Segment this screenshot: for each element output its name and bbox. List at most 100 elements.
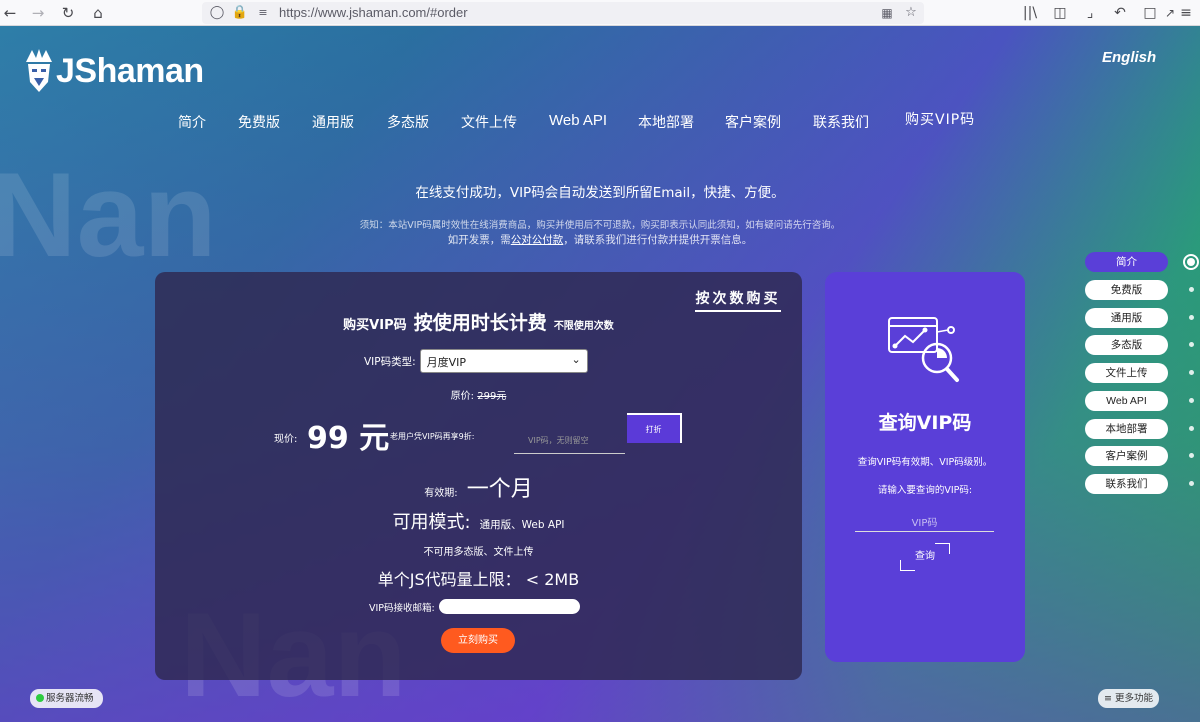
sidenav-item-contact[interactable]: 联系我们 [1085,474,1168,494]
library-icon[interactable]: ||\ [1020,3,1040,23]
invoice-notice: 如开发票，需公对公付款，请联系我们进行付款并提供开票信息。 [0,232,1200,247]
logo[interactable]: JShaman [24,46,204,96]
server-status-badge[interactable]: 服务器流畅 [30,689,103,708]
validity: 有效期: 一个月 [155,471,802,503]
modes-label: 可用模式: [392,512,471,533]
sidenav-item-cases[interactable]: 客户案例 [1085,446,1168,466]
sidenav-dot[interactable] [1189,398,1194,403]
sidenav-dot[interactable] [1189,426,1194,431]
query-input-label: 请输入要查询的VIP码: [877,485,973,496]
query-desc: 查询VIP码有效期、VIP码级别。 [857,457,993,468]
nav-item-web-api[interactable]: Web API [549,112,607,129]
chevron-down-icon: ⌄ [571,353,581,366]
sidenav-dot[interactable] [1189,342,1194,347]
status-dot-icon [36,694,44,702]
order-title-suffix: 不限使用次数 [553,321,614,332]
bookmark-star-icon[interactable]: ☆ [902,3,920,23]
language-switch-link[interactable]: English [1102,49,1156,66]
permissions-icon[interactable]: ≡ [254,3,272,23]
payment-notice: 在线支付成功，VIP码会自动发送到所留Email，快捷、方便。 [415,185,785,201]
nav-item-intro[interactable]: 简介 [178,112,206,132]
sidenav-dot[interactable] [1189,287,1194,292]
original-price-label: 原价: [450,391,475,402]
search-analytics-icon [888,317,959,382]
sidenav-dot-active[interactable] [1183,254,1199,270]
sidebar-icon[interactable]: ◫ [1050,3,1070,23]
sidenav-item-local-deploy[interactable]: 本地部署 [1085,419,1168,439]
discount-button[interactable]: 打折 [627,413,682,443]
discount-code-input[interactable]: VIP码，无则留空 [514,427,625,454]
sidenav-item-general[interactable]: 通用版 [1085,308,1168,328]
modes-value: 通用版、Web API [479,519,565,531]
invoice-notice-prefix: 如开发票，需 [447,234,511,246]
nav-item-polymorphic[interactable]: 多态版 [387,112,429,132]
address-bar[interactable]: ◯ 🔒 ≡ https://www.jshaman.com/#order ▦ ☆ [202,2,924,24]
forward-arrow-icon[interactable]: → [28,3,48,23]
shaman-crown-icon [26,49,52,92]
invoice-notice-suffix: ，请联系我们进行付款并提供开票信息。 [563,234,753,246]
buy-now-button[interactable]: 立刻购买 [441,628,515,653]
qr-code-icon[interactable]: ▦ [878,3,896,23]
query-button[interactable]: 查询 [900,543,950,571]
url-text[interactable]: https://www.jshaman.com/#order [279,5,468,20]
vip-type-label: VIP码类型: [364,355,416,368]
email-row: VIP码接收邮箱: [369,599,580,614]
order-title-main: 按使用时长计费 [413,312,547,334]
corporate-payment-link[interactable]: 公对公付款 [511,234,564,246]
vip-type-select[interactable]: 月度VIP ⌄ [419,349,588,373]
query-title: 查询VIP码 [878,412,972,434]
back-arrow-icon[interactable]: ← [0,3,20,23]
sidenav-item-intro[interactable]: 简介 [1085,252,1168,272]
lock-icon[interactable]: 🔒 [231,3,249,23]
sidenav-item-file-upload[interactable]: 文件上传 [1085,363,1168,383]
nav-item-file-upload[interactable]: 文件上传 [461,112,517,132]
nav-item-general[interactable]: 通用版 [312,112,354,132]
browser-toolbar: ← → ↻ ⌂ ◯ 🔒 ≡ https://www.jshaman.com/#o… [0,0,1200,26]
query-placeholder: VIP码 [911,518,938,529]
code-size-limit: 单个JS代码量上限： < 2MB [377,570,580,589]
available-modes: 可用模式: 通用版、Web API [155,508,802,534]
nav-item-free[interactable]: 免费版 [238,112,280,132]
discount-code-placeholder: VIP码，无则留空 [528,436,589,445]
unavailable-modes: 不可用多态版、文件上传 [423,547,534,558]
nav-item-local-deploy[interactable]: 本地部署 [638,112,694,132]
main-nav: 简介 免费版 通用版 多态版 文件上传 Web API 本地部署 客户案例 联系… [0,112,1200,132]
discount-note: 老用户凭VIP码再享9折: [390,432,475,441]
email-field[interactable] [438,599,580,614]
nav-item-contact[interactable]: 联系我们 [813,112,869,132]
validity-label: 有效期: [424,488,458,499]
sidenav-item-web-api[interactable]: Web API [1085,391,1168,411]
sidenav-dot[interactable] [1189,453,1194,458]
original-price-value: 299元 [477,391,507,402]
background-watermark: Nan [0,148,217,282]
nav-item-buy-vip[interactable]: 购买VIP码 [905,109,975,129]
shield-icon[interactable]: ◯ [208,3,226,23]
order-title: 购买VIP码 按使用时长计费 不限使用次数 [155,308,802,335]
email-label: VIP码接收邮箱: [369,602,435,614]
sidenav-item-polymorphic[interactable]: 多态版 [1085,335,1168,355]
query-card: 查询VIP码 查询VIP码有效期、VIP码级别。 请输入要查询的VIP码: VI… [825,272,1025,662]
home-icon[interactable]: ⌂ [88,3,108,23]
vip-code-query-input[interactable]: VIP码 [855,506,994,532]
logo-text: JShaman [56,51,204,90]
undo-icon[interactable]: ↶ [1110,3,1130,23]
reload-icon[interactable]: ↻ [58,3,78,23]
crop-icon[interactable]: ⌟ [1080,3,1100,23]
original-price: 原价: 299元 [155,387,802,402]
sidenav-item-free[interactable]: 免费版 [1085,280,1168,300]
sidenav-dot[interactable] [1189,370,1194,375]
vip-type-value: 月度VIP [426,356,467,369]
order-title-prefix: 购买VIP码 [343,318,407,333]
order-card: 按次数购买 购买VIP码 按使用时长计费 不限使用次数 VIP码类型: 月度VI… [155,272,802,680]
server-status-text: 服务器流畅 [46,693,94,704]
extensions-icon[interactable]: □ [1140,3,1160,23]
validity-value: 一个月 [466,477,533,502]
nav-item-cases[interactable]: 客户案例 [725,112,781,132]
more-features-button[interactable]: ≡ 更多功能 [1098,689,1159,708]
current-price-label: 现价: [274,434,298,445]
vip-type-row: VIP码类型: 月度VIP ⌄ [364,349,588,373]
sidenav-dot[interactable] [1189,315,1194,320]
menu-icon[interactable]: ≡ [1176,3,1196,23]
sidenav-dot[interactable] [1189,481,1194,486]
refund-notice: 须知：本站VIP码属时效性在线消费商品，购买并使用后不可退款，购买即表示认同此须… [359,220,841,231]
